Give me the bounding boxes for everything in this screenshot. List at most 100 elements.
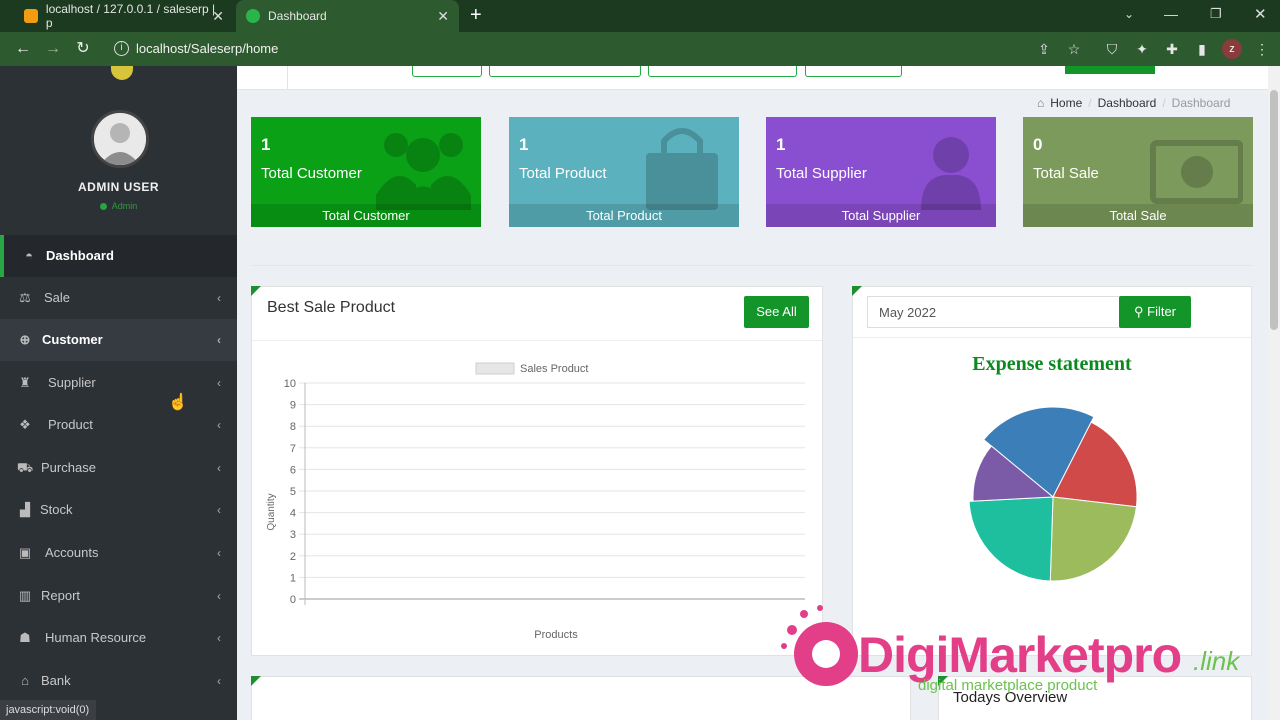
bookmark-star-icon[interactable]: ☆ (1064, 39, 1084, 59)
chevron-left-icon: ‹ (217, 461, 221, 475)
tab-search-icon[interactable]: ⌄ (1124, 7, 1134, 21)
sidebar-item-supplier[interactable]: ♜ Supplier ‹ (0, 362, 237, 404)
sidebar-item-accounts[interactable]: ▣ Accounts ‹ (0, 532, 237, 574)
expense-panel: ⚲ Filter Expense statement (852, 286, 1252, 656)
stat-footer[interactable]: Total Product (509, 204, 739, 227)
user-role-label: Admin (111, 201, 138, 211)
header-button[interactable] (412, 66, 482, 77)
legend-swatch (475, 362, 515, 375)
month-input[interactable] (867, 296, 1120, 328)
filter-button[interactable]: ⚲ Filter (1119, 296, 1191, 328)
browser-tab-dashboard[interactable]: Dashboard ✕ (236, 0, 459, 32)
sidebar-item-stock[interactable]: ▟ Stock ‹ (0, 489, 237, 531)
y-tick-label: 6 (290, 464, 296, 476)
panel-title: Best Sale Product (267, 299, 396, 316)
sidebar-item-bank[interactable]: ⌂ Bank ‹ (0, 660, 237, 702)
phpmyadmin-favicon-icon (24, 9, 38, 23)
shield-extension-icon[interactable]: ⛉ (1102, 39, 1122, 59)
home-icon: ⌂ (1037, 96, 1045, 110)
stat-box-total-sale[interactable]: 0 Total Sale Total Sale (1023, 117, 1253, 227)
sidebar-item-report[interactable]: ▥ Report ‹ (0, 575, 237, 617)
chevron-left-icon: ‹ (217, 546, 221, 560)
address-bar[interactable]: localhost/Saleserp/home (136, 35, 1136, 63)
breadcrumb-section[interactable]: Dashboard (1098, 96, 1157, 110)
stat-label: Total Customer (261, 165, 362, 182)
reload-icon[interactable]: ↻ (72, 38, 94, 60)
profile-avatar[interactable]: z (1222, 39, 1242, 59)
stat-footer[interactable]: Total Customer (251, 204, 481, 227)
y-tick-label: 3 (290, 529, 296, 541)
handshake-icon: ⊕ (19, 332, 31, 347)
header-button[interactable] (489, 66, 641, 77)
chevron-left-icon: ‹ (217, 418, 221, 432)
panel-divider (853, 337, 1251, 338)
stat-footer[interactable]: Total Supplier (766, 204, 996, 227)
y-tick-label: 1 (290, 572, 296, 584)
avatar[interactable] (91, 110, 149, 168)
page-scrollbar[interactable] (1268, 66, 1280, 720)
restore-icon[interactable]: ❐ (1210, 6, 1222, 22)
breadcrumb-current: Dashboard (1171, 96, 1231, 110)
puzzle-extensions-icon[interactable]: ✚ (1162, 39, 1182, 59)
y-tick-label: 8 (290, 421, 296, 433)
chevron-left-icon: ‹ (217, 589, 221, 603)
sidebar-item-label: Sale (44, 290, 71, 305)
sidebar-item-dashboard[interactable]: ◓ Dashboard (0, 235, 237, 277)
sidebar-item-purchase[interactable]: ⛟ Purchase ‹ (0, 447, 237, 489)
sidebar-item-label: Accounts (45, 545, 99, 560)
header-divider (287, 66, 288, 90)
stat-label: Total Product (519, 165, 607, 182)
share-icon[interactable]: ⇪ (1034, 39, 1054, 59)
back-icon[interactable]: ← (12, 38, 34, 60)
chevron-left-icon: ‹ (217, 291, 221, 305)
forward-icon[interactable]: → (42, 38, 64, 60)
sidebar-item-human-resource[interactable]: ☗ Human Resource ‹ (0, 617, 237, 659)
header-button[interactable] (648, 66, 797, 77)
side-panel-icon[interactable]: ▮ (1192, 39, 1212, 59)
balance-scale-icon: ⚖ (19, 290, 31, 305)
sidebar-item-label: Supplier (48, 375, 96, 390)
browser-menu-icon[interactable]: ⋮ (1252, 39, 1272, 59)
extension-icon[interactable]: ✦ (1132, 39, 1152, 59)
stat-box-total-customer[interactable]: 1 Total Customer Total Customer (251, 117, 481, 227)
stat-count: 1 (776, 135, 786, 154)
sidebar-item-label: Dashboard (46, 248, 114, 263)
money-bill-icon (1150, 140, 1243, 204)
pie-slice[interactable] (968, 496, 1054, 582)
chevron-left-icon: ‹ (217, 503, 221, 517)
legend-label: Sales Product (520, 363, 588, 375)
header-green-button[interactable] (1065, 66, 1155, 74)
stat-count: 1 (519, 135, 529, 154)
stat-box-total-supplier[interactable]: 1 Total Supplier Total Supplier (766, 117, 996, 227)
sidebar-item-label: Bank (41, 673, 71, 688)
scrollbar-thumb[interactable] (1270, 90, 1278, 330)
see-all-button[interactable]: See All (744, 296, 809, 328)
stat-count: 1 (261, 135, 271, 154)
stat-box-total-product[interactable]: 1 Total Product Total Product (509, 117, 739, 227)
panel-divider (252, 340, 822, 341)
pie-slice[interactable] (1049, 496, 1137, 582)
y-tick-label: 2 (290, 551, 296, 563)
browser-toolbar: ← → ↻ i localhost/Saleserp/home ⇪ ☆ ⛉ ✦ … (0, 32, 1280, 66)
divider (251, 265, 1253, 266)
browser-tab-phpmyadmin[interactable]: localhost / 127.0.0.1 / saleserp | p ✕ (14, 0, 234, 32)
best-sale-bar-chart: Sales Product 0 1 2 3 4 5 6 7 8 9 10 Products Quan… (266, 362, 805, 641)
y-axis-label: Quantity (266, 493, 277, 530)
online-status-icon (99, 203, 107, 211)
close-tab-icon[interactable]: ✕ (212, 8, 224, 25)
minimize-icon[interactable]: — (1164, 6, 1178, 22)
sidebar-item-customer[interactable]: ⊕ Customer ‹ (0, 319, 237, 361)
new-tab-icon[interactable]: + (470, 4, 482, 27)
stat-footer[interactable]: Total Sale (1023, 204, 1253, 227)
stat-count: 0 (1033, 135, 1043, 154)
cart-icon: ⛟ (16, 460, 34, 475)
sidebar-item-product[interactable]: ❖ Product ‹ (0, 404, 237, 446)
sidebar-item-sale[interactable]: ⚖ Sale ‹ (0, 277, 237, 319)
close-tab-icon[interactable]: ✕ (437, 8, 449, 25)
header-button[interactable] (805, 66, 902, 77)
window-close-icon[interactable]: ✕ (1254, 5, 1267, 23)
chevron-left-icon: ‹ (217, 376, 221, 390)
site-info-icon[interactable]: i (114, 41, 129, 56)
sidebar-item-label: Purchase (41, 460, 96, 475)
breadcrumb-home[interactable]: Home (1050, 96, 1082, 110)
